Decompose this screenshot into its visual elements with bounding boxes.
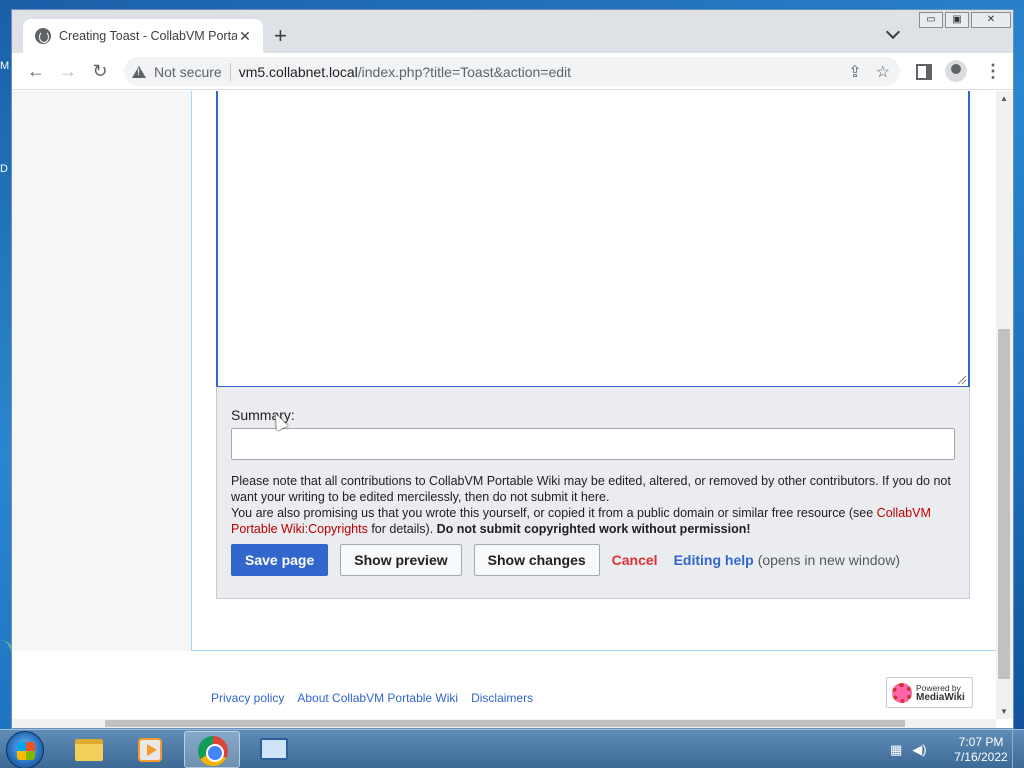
chrome-icon [198, 736, 228, 766]
mediawiki-label: MediaWiki [916, 691, 965, 703]
tray-icons: ▦ ◀) [890, 742, 927, 758]
address-separator [229, 62, 231, 81]
windows-logo-icon [17, 742, 35, 760]
clock-date: 7/16/2022 [954, 750, 1008, 764]
taskbar-app-media-player[interactable] [122, 731, 178, 768]
page-viewport: Summary: Please note that all contributi… [12, 91, 996, 719]
wikitext-editor[interactable] [216, 91, 970, 388]
warning-triangle-icon[interactable] [132, 65, 146, 78]
close-window-button[interactable]: ✕ [971, 12, 1011, 28]
system-tray: ▦ ◀) 7:07 PM 7/16/2022 [884, 730, 1024, 768]
copyright-warning-text: You are also promising us that you wrote… [231, 506, 877, 520]
taskbar-app-remote-desktop[interactable] [246, 731, 302, 768]
maximize-button[interactable]: ▣ [945, 12, 969, 28]
editing-help-link[interactable]: Editing help [674, 552, 754, 568]
edit-buttons: Save page Show preview Show changes Canc… [231, 544, 900, 576]
taskbar-clock[interactable]: 7:07 PM 7/16/2022 [946, 735, 1016, 765]
about-link[interactable]: About CollabVM Portable Wiki [297, 691, 458, 705]
new-tab-icon[interactable]: + [274, 25, 287, 47]
wiki-sidebar [12, 91, 192, 651]
address-bar-actions: ⇪ ☆ [848, 62, 890, 82]
browser-menu-icon[interactable]: ⋮ [984, 61, 1002, 82]
taskbar-app-chrome[interactable] [184, 731, 240, 768]
cancel-link[interactable]: Cancel [612, 552, 658, 568]
network-icon[interactable]: ▦ [890, 742, 902, 758]
start-button[interactable] [6, 731, 44, 768]
content-bottom-border [191, 650, 996, 651]
forward-arrow-icon[interactable]: → [58, 61, 78, 81]
side-panel-icon[interactable] [916, 64, 932, 80]
tab-search-chevron-icon[interactable] [885, 24, 901, 40]
editing-help-note: (opens in new window) [757, 552, 901, 568]
window-controls: ▭ ▣ ✕ [917, 12, 1011, 28]
browser-window: Creating Toast - CollabVM Portable Wiki … [11, 9, 1014, 729]
footer-links: Privacy policy About CollabVM Portable W… [211, 691, 533, 705]
copyright-bold-warning: Do not submit copyrighted work without p… [436, 522, 751, 536]
tab-close-icon[interactable]: ✕ [237, 28, 253, 45]
edit-options-panel: Summary: Please note that all contributi… [216, 387, 970, 599]
summary-input[interactable] [231, 428, 955, 460]
minimize-button[interactable]: ▭ [919, 12, 943, 28]
show-preview-button[interactable]: Show preview [340, 544, 462, 576]
scroll-up-icon[interactable]: ▲ [1000, 94, 1008, 103]
globe-icon [35, 28, 51, 44]
volume-icon[interactable]: ◀) [912, 742, 926, 758]
tab-strip: Creating Toast - CollabVM Portable Wiki … [12, 10, 1013, 53]
show-changes-button[interactable]: Show changes [473, 544, 600, 576]
tab-title: Creating Toast - CollabVM Portable Wiki [59, 29, 237, 43]
url-path[interactable]: /index.php?title=Toast&action=edit [358, 64, 571, 80]
horizontal-scroll-thumb[interactable] [105, 720, 905, 727]
disclaimers-link[interactable]: Disclaimers [471, 691, 533, 705]
remote-desktop-icon [260, 738, 288, 760]
mediawiki-logo-icon [892, 682, 912, 703]
url-host[interactable]: vm5.collabnet.local [239, 64, 358, 80]
back-arrow-icon[interactable]: ← [26, 61, 46, 81]
content-left-border [191, 91, 192, 651]
vertical-scrollbar[interactable]: ▲ ▼ [996, 91, 1013, 719]
powered-by-mediawiki-badge[interactable]: Powered by MediaWiki [886, 677, 973, 708]
profile-avatar-icon[interactable] [945, 60, 967, 82]
taskbar-app-explorer[interactable] [61, 731, 117, 768]
windows-taskbar: ▦ ◀) 7:07 PM 7/16/2022 [0, 729, 1024, 768]
resize-grip-icon[interactable] [958, 376, 966, 384]
browser-tab[interactable]: Creating Toast - CollabVM Portable Wiki … [23, 19, 263, 53]
privacy-policy-link[interactable]: Privacy policy [211, 691, 284, 705]
scroll-down-icon[interactable]: ▼ [1000, 707, 1008, 716]
media-player-icon [138, 738, 162, 762]
vertical-scroll-thumb[interactable] [998, 329, 1010, 679]
address-bar[interactable]: Not secure vm5.collabnet.local/index.php… [124, 57, 900, 86]
bookmark-star-icon[interactable]: ☆ [876, 62, 890, 82]
reload-icon[interactable]: ↻ [90, 61, 110, 81]
explorer-icon [75, 739, 103, 761]
copyright-warning-text: for details). [367, 522, 437, 536]
share-icon[interactable]: ⇪ [848, 62, 861, 82]
save-page-button[interactable]: Save page [231, 544, 329, 576]
copyright-warning-text: Please note that all contributions to Co… [231, 474, 951, 504]
copyright-warning: Please note that all contributions to Co… [231, 473, 951, 537]
clock-time: 7:07 PM [958, 735, 1004, 749]
powered-by-text: Powered by MediaWiki [916, 683, 965, 703]
horizontal-scrollbar[interactable] [12, 719, 996, 728]
browser-toolbar: ← → ↻ Not secure vm5.collabnet.local/ind… [12, 53, 1013, 90]
show-desktop-button[interactable] [1012, 730, 1024, 768]
security-indicator[interactable]: Not secure [154, 64, 222, 80]
